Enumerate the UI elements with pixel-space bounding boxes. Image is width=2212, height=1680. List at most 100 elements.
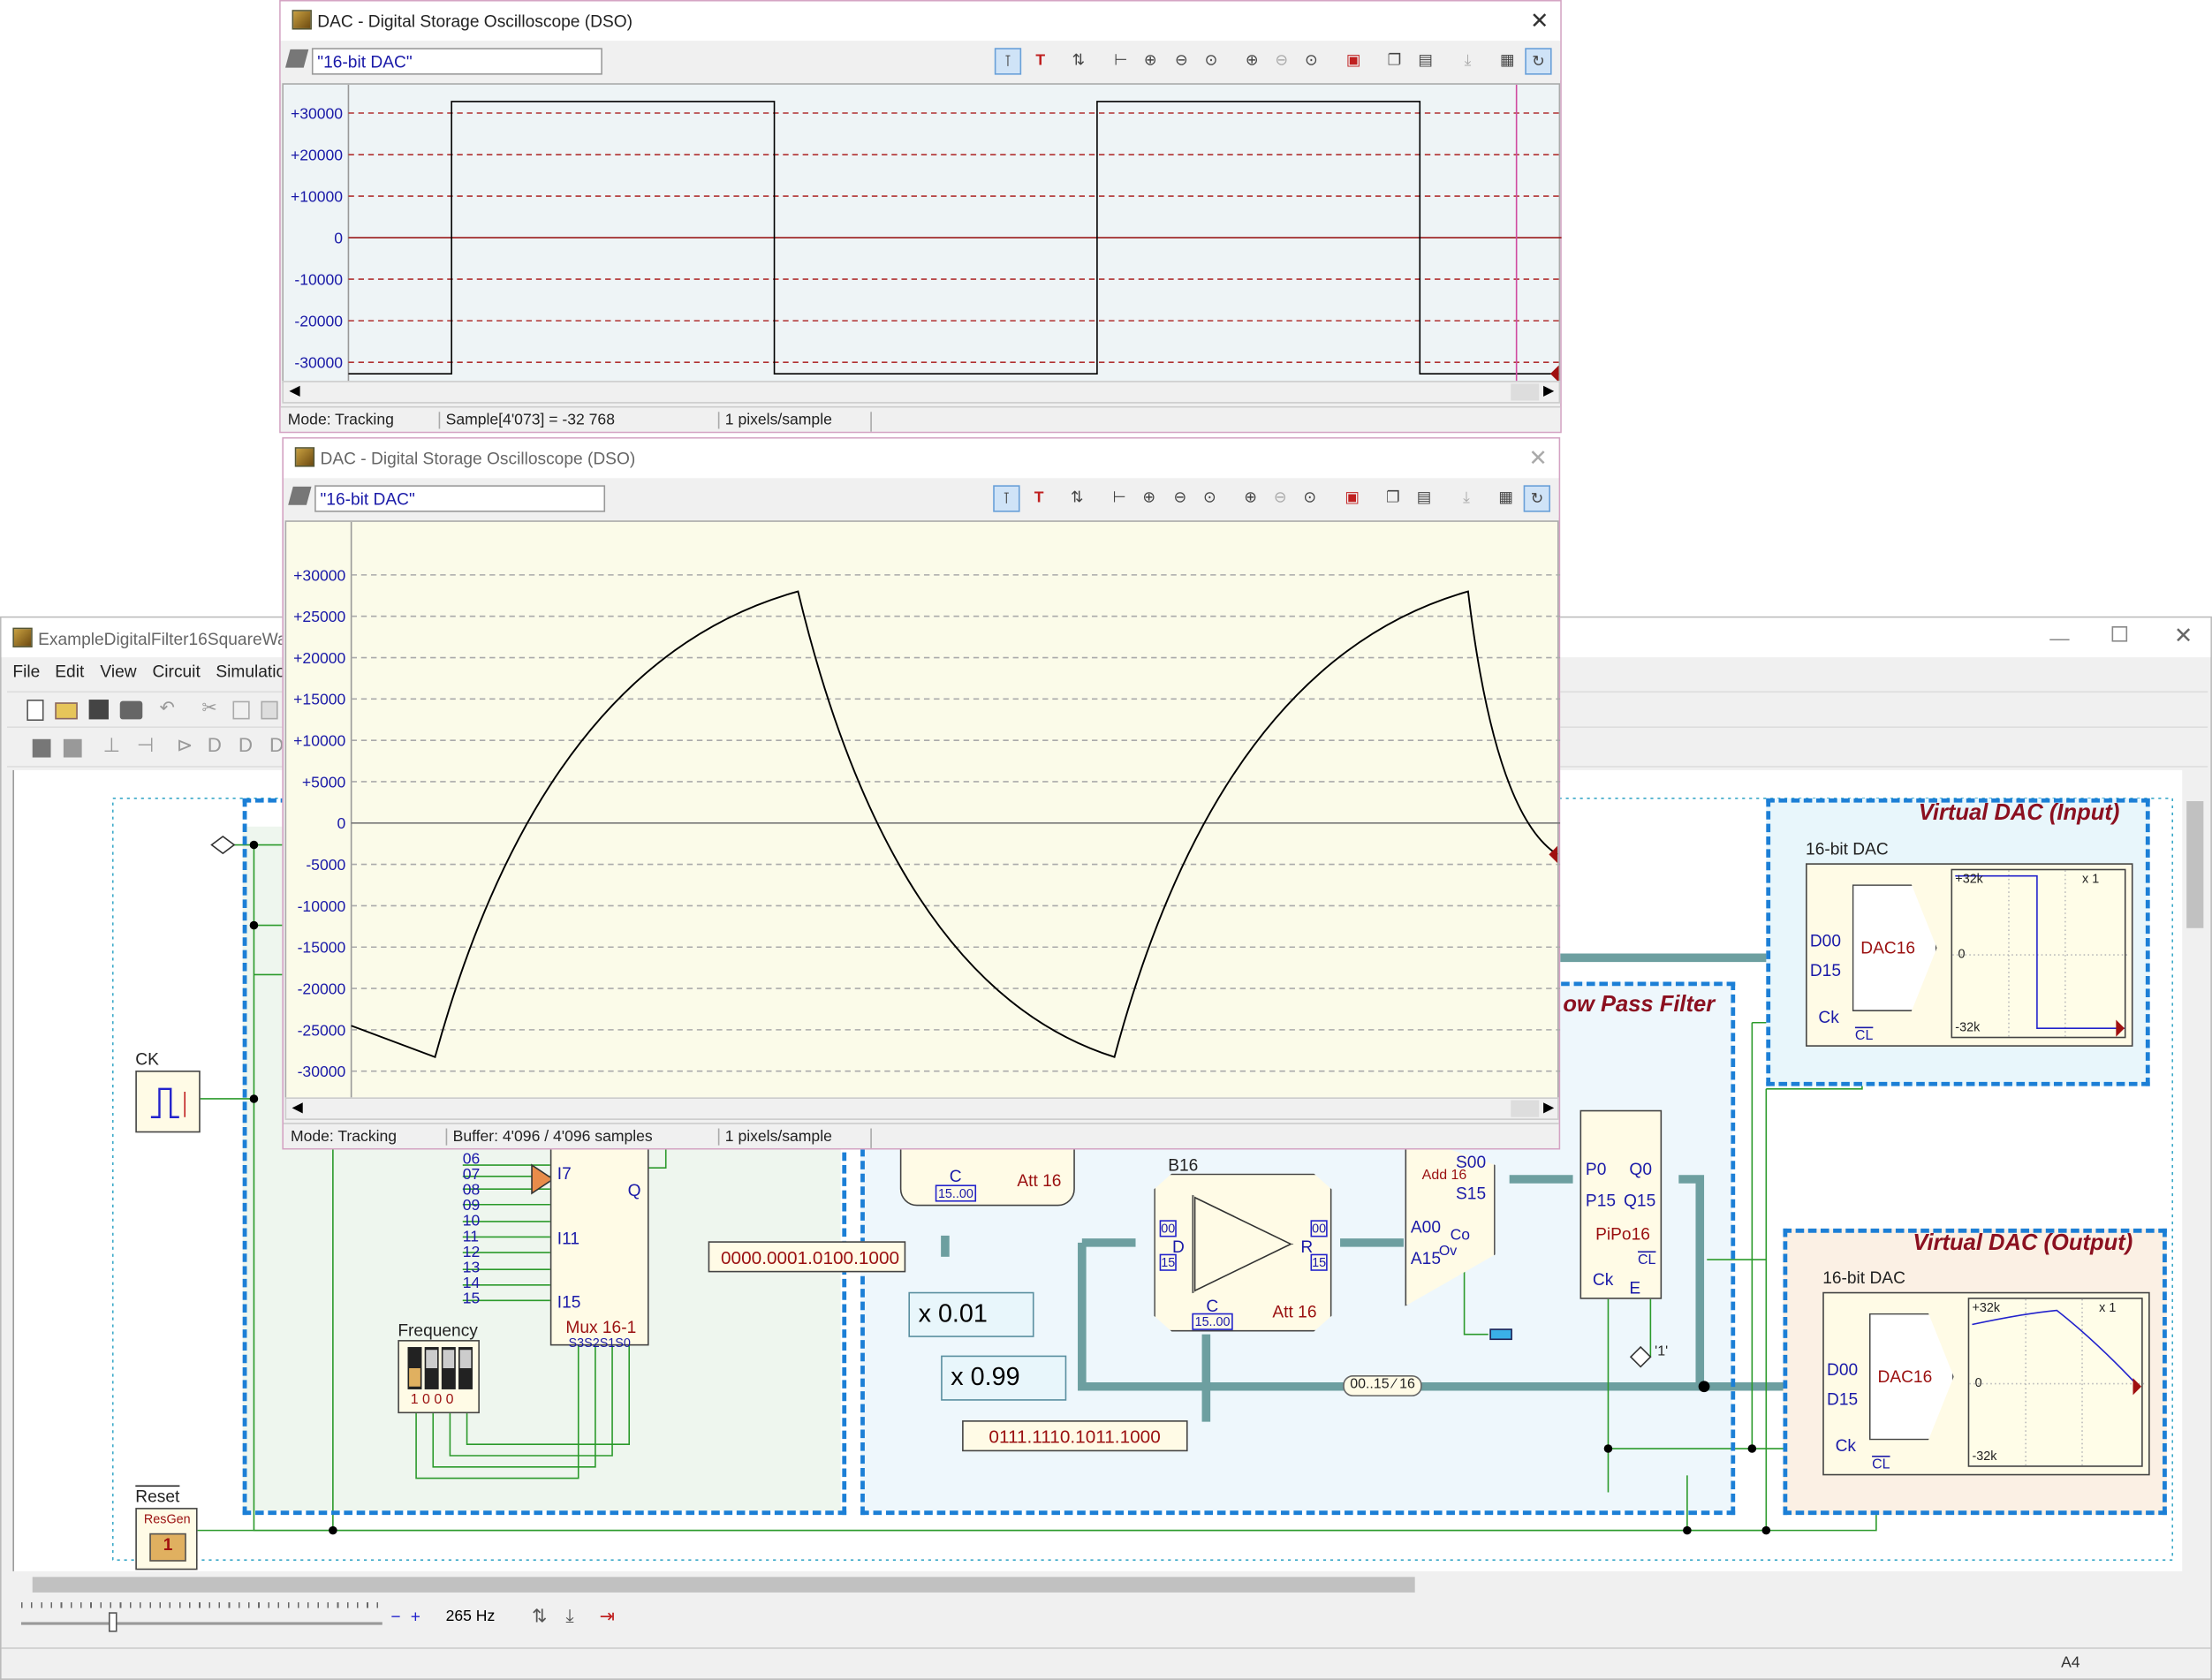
vdac-out-component[interactable]: DAC16 D00 D15 Ck CL +32k 0 -32k x 1	[1822, 1291, 2150, 1476]
horizontal-scrollbar[interactable]	[12, 1570, 2183, 1597]
dso1-channels-icon[interactable]: ⇅	[1065, 48, 1092, 74]
pause-icon[interactable]	[63, 738, 82, 758]
dso2-name-field[interactable]: "16-bit DAC"	[314, 485, 606, 512]
cut-icon[interactable]: ✂	[201, 697, 216, 720]
mult2-display[interactable]: x 0.99	[941, 1355, 1067, 1401]
const1-display[interactable]: 0000.0001.0100.1000	[708, 1241, 906, 1273]
dso1-zoom-y-out-icon[interactable]: ⊖	[1269, 48, 1295, 74]
dso1-scroll-right-icon[interactable]: ▶	[1543, 383, 1554, 399]
dso2-hscrollbar[interactable]: ◀ ▶	[284, 1097, 1559, 1120]
and-gate-icon[interactable]: ⊳	[177, 733, 193, 757]
vertical-scroll-thumb[interactable]	[2186, 801, 2204, 928]
dso2-zoom-y-in-icon[interactable]: ⊕	[1237, 485, 1263, 511]
sim-step-icon[interactable]: ⇅	[532, 1605, 547, 1628]
dso2-copy-icon[interactable]: ❐	[1380, 485, 1406, 511]
frequency-field[interactable]: 265 Hz	[438, 1605, 512, 1631]
att16-top-component[interactable]: Att 16 C 15..00	[899, 1144, 1075, 1207]
dso1-export-icon[interactable]: ⤓	[1454, 48, 1481, 74]
dso2-trigger-icon[interactable]: T	[1026, 485, 1052, 511]
dso2-zoom-reset-icon[interactable]: ⊙	[1297, 485, 1323, 511]
pipo-cl: CL	[1638, 1252, 1656, 1268]
dso2-close-icon[interactable]: ✕	[1528, 444, 1547, 473]
frequency-dip-switch[interactable]: 1 0 0 0	[398, 1340, 480, 1414]
dso2-save-icon[interactable]: ▤	[1411, 485, 1437, 511]
save-icon[interactable]	[88, 700, 109, 720]
dso2-plot-area[interactable]: +30000 +25000 +20000 +15000 +10000 +5000 0 -500…	[284, 520, 1561, 1108]
resgen-component[interactable]: ResGen 1	[135, 1508, 198, 1570]
dip-1	[407, 1347, 422, 1389]
mult1-display[interactable]: x 0.01	[908, 1291, 1034, 1337]
mux-label: Mux 16-1	[565, 1317, 637, 1337]
dso1-memory-icon[interactable]: ▣	[1340, 48, 1367, 74]
dso2-zoom-y-out-icon[interactable]: ⊖	[1267, 485, 1293, 511]
menu-view[interactable]: View	[100, 662, 136, 681]
mux-component[interactable]: I7 I11 I15 Q Mux 16-1 S3S2S1S0	[549, 1123, 649, 1350]
new-file-icon[interactable]	[27, 700, 44, 722]
sim-load-icon[interactable]: ⤓	[565, 1605, 573, 1628]
dso1-plot-area[interactable]: +30000 +20000 +10000 0 -10000 -20000 -30000	[282, 83, 1562, 385]
dso1-name-field[interactable]: "16-bit DAC"	[311, 48, 602, 75]
dso1-zoom-x-out-icon[interactable]: ⊖	[1168, 48, 1194, 74]
nand-gate-icon[interactable]: D	[239, 733, 253, 756]
undo-icon[interactable]: ↶	[159, 697, 174, 720]
dso1-zoom-y-in-icon[interactable]: ⊕	[1239, 48, 1265, 74]
dso1-save-icon[interactable]: ▤	[1412, 48, 1438, 74]
minimize-icon[interactable]: —	[2049, 626, 2069, 649]
dso2-scroll-left-icon[interactable]: ◀	[292, 1101, 303, 1116]
speed-slider[interactable]	[20, 1602, 383, 1634]
dso2-cursor-icon[interactable]: ⊺	[993, 485, 1020, 512]
dso2-channels-icon[interactable]: ⇅	[1064, 485, 1090, 511]
vdac-in-component[interactable]: DAC16 D00 D15 Ck CL +32k 0 -32k x 1	[1806, 863, 2133, 1047]
stop-icon[interactable]	[32, 738, 51, 758]
speed-plus-button[interactable]: +	[411, 1607, 420, 1626]
dso2-settings-icon[interactable]: ▦	[1493, 485, 1519, 511]
b16-component[interactable]: D R 00 15 00 15 Att 16 C 15..00	[1154, 1173, 1332, 1332]
pipo16-component[interactable]: P0 P15 Q0 Q15 PiPo16 CL Ck E	[1579, 1109, 1663, 1299]
dso2-refresh-icon[interactable]: ↻	[1523, 485, 1550, 512]
dso2-zoom-x-in-icon[interactable]: ⊕	[1136, 485, 1163, 511]
dso2-memory-icon[interactable]: ▣	[1338, 485, 1365, 511]
menu-edit[interactable]: Edit	[55, 662, 84, 681]
dso2-scroll-thumb[interactable]	[1511, 1100, 1540, 1117]
add16-s00: S00	[1456, 1152, 1487, 1173]
vertical-scrollbar[interactable]	[2182, 769, 2208, 1571]
const2-display[interactable]: 0111.1110.1011.1000	[962, 1420, 1188, 1452]
wire-tool-icon[interactable]: ⊥	[103, 733, 120, 757]
sim-exit-icon[interactable]: ⇥	[600, 1605, 615, 1628]
dso1-scroll-thumb[interactable]	[1511, 383, 1540, 401]
menu-file[interactable]: File	[12, 662, 40, 681]
dso2-measure-icon[interactable]: ⊢	[1106, 485, 1133, 511]
dso2-scroll-right-icon[interactable]: ▶	[1543, 1101, 1554, 1116]
print-icon[interactable]	[119, 700, 143, 720]
dso1-hscrollbar[interactable]: ◀ ▶	[282, 381, 1561, 404]
or-gate-icon[interactable]: D	[208, 733, 222, 756]
probe-tool-icon[interactable]: ⊣	[137, 733, 154, 757]
dso2-zoom-x-out-icon[interactable]: ⊖	[1167, 485, 1193, 511]
open-folder-icon[interactable]	[55, 702, 78, 720]
close-icon[interactable]: ✕	[2174, 622, 2193, 650]
dso1-copy-icon[interactable]: ❐	[1381, 48, 1407, 74]
dso1-measure-icon[interactable]: ⊢	[1108, 48, 1134, 74]
dso1-scroll-left-icon[interactable]: ◀	[289, 383, 299, 399]
dso1-zoom-reset-icon[interactable]: ⊙	[1298, 48, 1324, 74]
speed-minus-button[interactable]: −	[390, 1607, 400, 1626]
dso1-settings-icon[interactable]: ▦	[1494, 48, 1520, 74]
menu-circuit[interactable]: Circuit	[152, 662, 200, 681]
menu-simulation[interactable]: Simulatio	[216, 662, 285, 681]
dso1-cursor-icon[interactable]: ⊺	[994, 48, 1022, 75]
dso2-zoom-fit-icon[interactable]: ⊙	[1196, 485, 1223, 511]
trigger-marker-icon[interactable]	[1549, 365, 1559, 382]
paste-icon[interactable]	[261, 700, 278, 720]
ck-generator[interactable]	[135, 1071, 201, 1133]
horizontal-scroll-thumb[interactable]	[32, 1577, 1415, 1593]
dso1-close-icon[interactable]: ✕	[1530, 7, 1549, 35]
dso1-refresh-icon[interactable]: ↻	[1525, 48, 1552, 75]
dso1-zoom-fit-icon[interactable]: ⊙	[1198, 48, 1224, 74]
dso1-trigger-icon[interactable]: T	[1027, 48, 1054, 74]
dso1-zoom-x-in-icon[interactable]: ⊕	[1137, 48, 1163, 74]
resgen-button[interactable]: 1	[149, 1532, 186, 1562]
maximize-icon[interactable]	[2111, 626, 2128, 642]
speed-slider-thumb[interactable]	[108, 1612, 117, 1632]
dso2-export-icon[interactable]: ⤓	[1453, 485, 1480, 511]
copy-icon[interactable]	[232, 700, 250, 720]
